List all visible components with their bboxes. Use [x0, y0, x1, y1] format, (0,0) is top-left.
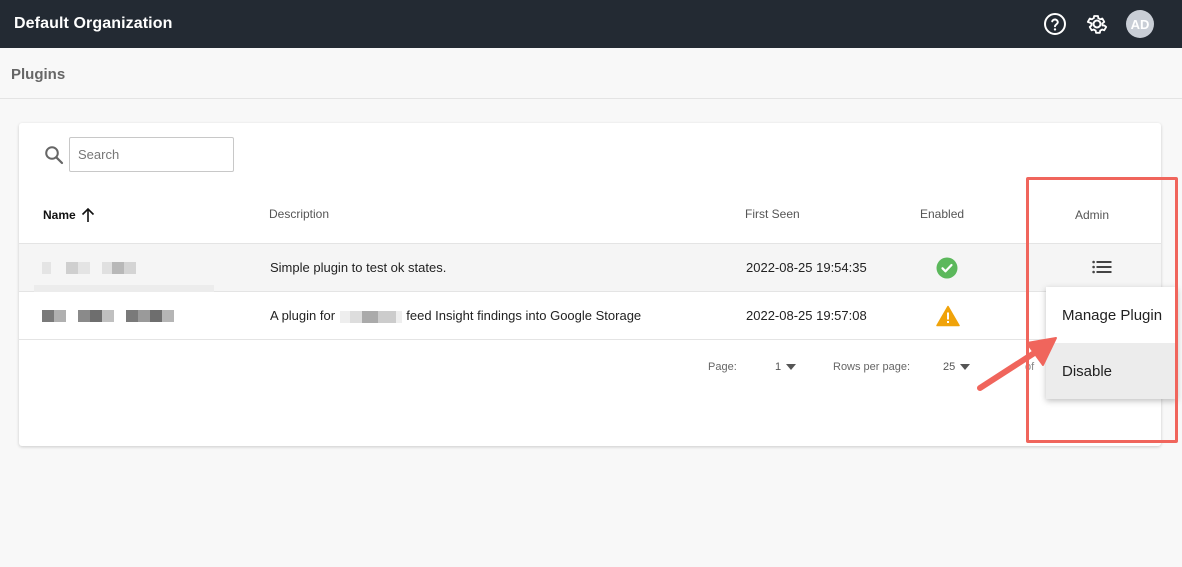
plugin-name-redacted	[42, 262, 136, 274]
gear-icon[interactable]	[1084, 11, 1110, 37]
manage-plugin-menu-item[interactable]: Manage Plugin	[1046, 287, 1177, 343]
column-header-description[interactable]: Description	[269, 207, 329, 221]
warning-triangle-icon	[936, 305, 960, 330]
table-row[interactable]: A plugin for feed Insight findings into …	[19, 292, 1161, 340]
plugin-description: Simple plugin to test ok states.	[270, 260, 447, 275]
column-header-first-seen[interactable]: First Seen	[745, 207, 800, 221]
page-select[interactable]: 1	[775, 361, 797, 373]
check-circle-icon	[936, 257, 958, 282]
plugin-description: A plugin for feed Insight findings into …	[270, 308, 641, 323]
plugins-table-card: Name Description First Seen Enabled Admi…	[19, 123, 1161, 446]
pagination-of-label: of	[1025, 361, 1035, 373]
column-header-admin: Admin	[1075, 208, 1110, 222]
plugin-description-prefix: A plugin for	[270, 308, 339, 323]
caret-down-icon	[960, 364, 971, 370]
search-input[interactable]	[69, 137, 234, 172]
disable-menu-item[interactable]: Disable	[1046, 343, 1177, 399]
column-header-name[interactable]: Name	[43, 207, 96, 223]
rows-per-page-select[interactable]: 25	[943, 361, 971, 373]
column-header-enabled[interactable]: Enabled	[920, 207, 964, 221]
search-row	[43, 137, 234, 172]
table-divider	[19, 339, 1161, 340]
user-avatar[interactable]: AD	[1126, 10, 1154, 38]
page-select-value: 1	[775, 361, 782, 373]
rows-per-page-label: Rows per page:	[833, 361, 911, 373]
rows-per-page-value: 25	[943, 361, 956, 373]
page-label: Page:	[708, 361, 737, 373]
plugin-first-seen: 2022-08-25 19:54:35	[746, 260, 867, 275]
help-icon[interactable]	[1042, 11, 1068, 37]
page-title: Plugins	[11, 66, 66, 83]
page-header: Plugins	[0, 48, 1182, 99]
top-bar-actions: AD	[1026, 10, 1168, 38]
caret-down-icon	[786, 364, 797, 370]
plugin-first-seen: 2022-08-25 19:57:08	[746, 308, 867, 323]
plugin-name-redacted	[42, 310, 174, 322]
admin-menu-icon[interactable]	[1092, 260, 1112, 277]
column-header-name-label: Name	[43, 208, 76, 222]
sort-ascending-icon[interactable]	[80, 207, 96, 223]
plugin-description-suffix: feed Insight findings into Google Storag…	[402, 308, 642, 323]
top-bar: Default Organization AD	[0, 0, 1182, 48]
organization-name[interactable]: Default Organization	[14, 15, 172, 33]
search-icon	[43, 144, 65, 166]
redacted-text	[339, 310, 402, 323]
admin-dropdown-menu: Manage Plugin Disable	[1046, 287, 1177, 399]
